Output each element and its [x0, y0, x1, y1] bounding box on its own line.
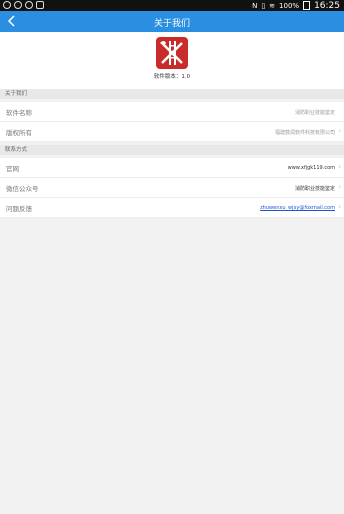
chevron-right-icon: ›	[338, 127, 341, 135]
image-icon	[36, 1, 44, 9]
chevron-right-icon: ›	[338, 163, 341, 171]
firefighting-tools-icon	[160, 41, 183, 65]
feedback-email-link[interactable]: zhuwenxu_wjxy@foxmail.com	[260, 205, 335, 211]
section-header-contact: 联系方式	[0, 145, 344, 155]
website-label: 官网	[6, 165, 19, 173]
website-value: www.xfjgk119.com	[287, 165, 335, 171]
software-name-label: 软件名称	[6, 109, 32, 117]
chevron-right-icon: ›	[338, 203, 341, 211]
chat-icon	[14, 1, 22, 9]
status-bar: N ▯ ≋ 100% 16:25	[0, 0, 344, 11]
wifi-icon: ≋	[269, 1, 276, 10]
wechat-label: 微信公众号	[6, 185, 39, 193]
feedback-label: 问题反馈	[6, 205, 32, 213]
battery-icon	[303, 1, 311, 10]
vibrate-icon: ▯	[261, 1, 266, 10]
app-logo	[156, 37, 188, 69]
row-website[interactable]: 官网 www.xfjgk119.com ›	[0, 158, 344, 178]
battery-percent: 100%	[279, 1, 300, 10]
row-wechat[interactable]: 微信公众号 消防职业技能鉴定 ›	[0, 178, 344, 198]
clock: 16:25	[314, 0, 340, 11]
chevron-right-icon: ›	[338, 183, 341, 191]
row-copyright[interactable]: 版权所有 福建鼓润软件科技有限公司 ›	[0, 122, 344, 142]
software-name-value: 消防职业技能鉴定	[294, 110, 335, 116]
copyright-value: 福建鼓润软件科技有限公司	[274, 130, 335, 136]
wechat-value: 消防职业技能鉴定	[294, 186, 335, 192]
row-software-name: 软件名称 消防职业技能鉴定	[0, 102, 344, 122]
app-info-header: 软件版本：1.0	[0, 32, 344, 89]
page-title: 关于我们	[153, 19, 190, 29]
nfc-icon: N	[252, 1, 258, 10]
app-version: 软件版本：1.0	[153, 74, 191, 80]
section-header-about: 关于我们	[0, 89, 344, 99]
app-bar: 关于我们	[0, 11, 344, 32]
wechat-icon	[25, 1, 33, 9]
notification-icon	[3, 1, 11, 9]
copyright-label: 版权所有	[6, 129, 32, 137]
row-feedback[interactable]: 问题反馈 zhuwenxu_wjxy@foxmail.com ›	[0, 198, 344, 218]
